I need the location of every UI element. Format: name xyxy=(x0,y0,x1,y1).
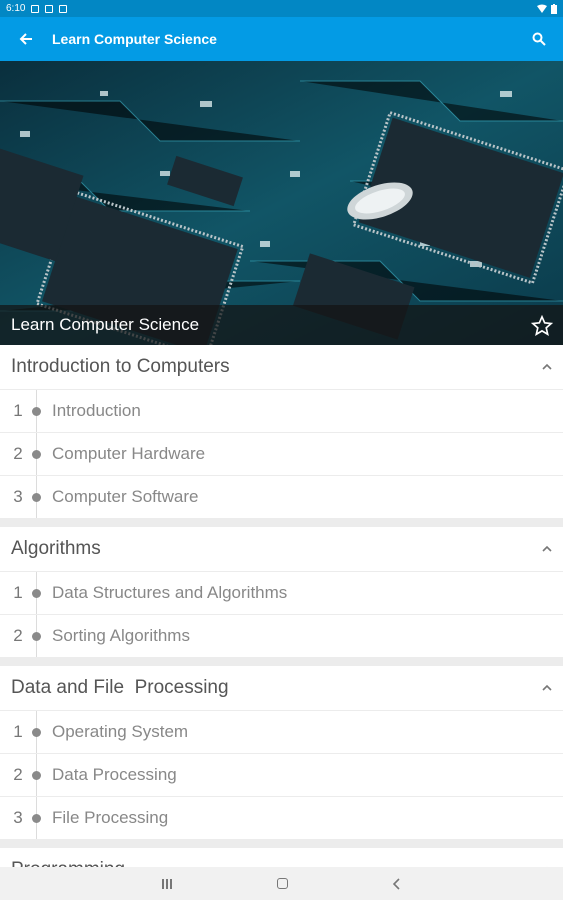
list-item[interactable]: 1 Operating System xyxy=(0,710,563,753)
back-button[interactable] xyxy=(0,17,52,61)
hero-title: Learn Computer Science xyxy=(11,315,200,334)
list-item[interactable]: 2 Sorting Algorithms xyxy=(0,614,563,657)
list-item[interactable]: 3 File Processing xyxy=(0,796,563,839)
message-icon xyxy=(31,4,40,13)
app-bar: Learn Computer Science xyxy=(0,17,563,61)
item-number: 1 xyxy=(13,722,23,741)
bullet-dot xyxy=(32,493,41,502)
item-number: 2 xyxy=(13,444,23,463)
hero-image: Learn Computer Science xyxy=(0,61,563,345)
item-number: 2 xyxy=(13,626,23,645)
section-programming: Programming xyxy=(0,848,563,867)
chevron-up-icon[interactable] xyxy=(542,362,552,372)
nav-back-button[interactable] xyxy=(393,877,401,890)
status-time: 6:10 xyxy=(6,3,26,14)
list-item[interactable]: 1 Data Structures and Algorithms xyxy=(0,571,563,614)
bullet-dot xyxy=(32,728,41,737)
bullet-dot xyxy=(32,589,41,598)
item-number: 1 xyxy=(13,401,23,420)
item-label: Operating System xyxy=(52,722,189,741)
sd-card-icon xyxy=(59,4,68,13)
section-header[interactable]: Introduction to Computers xyxy=(0,345,563,389)
list-item[interactable]: 2 Data Processing xyxy=(0,753,563,796)
bullet-dot xyxy=(32,407,41,416)
bullet-dot xyxy=(32,450,41,459)
section-title: Algorithms xyxy=(11,538,101,559)
recents-bar xyxy=(170,878,172,889)
item-number: 3 xyxy=(13,487,23,506)
bullet-dot xyxy=(32,771,41,780)
search-icon xyxy=(532,32,546,46)
item-label: Data Structures and Algorithms xyxy=(52,583,288,602)
item-label: Data Processing xyxy=(52,765,177,784)
item-label: Computer Hardware xyxy=(52,444,206,463)
item-number: 1 xyxy=(13,583,23,602)
list-item[interactable]: 1 Introduction xyxy=(0,389,563,432)
status-bar: 6:10 xyxy=(0,0,563,17)
item-number: 3 xyxy=(13,808,23,827)
chapter-list: Introduction to Computers 1 Introduction… xyxy=(0,345,563,867)
system-nav-bar xyxy=(0,867,563,900)
list-item[interactable]: 2 Computer Hardware xyxy=(0,432,563,475)
chevron-up-icon[interactable] xyxy=(542,683,552,693)
item-label: Computer Software xyxy=(52,487,199,506)
hero-caption: Learn Computer Science xyxy=(0,305,563,345)
star-outline-icon[interactable] xyxy=(531,315,553,337)
arrow-back-icon xyxy=(19,33,32,45)
item-label: Sorting Algorithms xyxy=(52,626,190,645)
wifi-icon xyxy=(537,4,547,13)
chevron-up-icon[interactable] xyxy=(542,544,552,554)
item-number: 2 xyxy=(13,765,23,784)
recents-button[interactable] xyxy=(162,878,172,889)
home-button[interactable] xyxy=(277,878,288,889)
section-title: Programming xyxy=(11,859,125,867)
item-label: File Processing xyxy=(52,808,169,827)
section-header[interactable]: Programming xyxy=(0,848,563,867)
section-introduction-to-computers: Introduction to Computers 1 Introduction… xyxy=(0,345,563,518)
list-item[interactable]: 3 Computer Software xyxy=(0,475,563,518)
section-header[interactable]: Data and File Processing xyxy=(0,666,563,710)
bullet-dot xyxy=(32,814,41,823)
recents-bar xyxy=(162,878,164,889)
section-algorithms: Algorithms 1 Data Structures and Algorit… xyxy=(0,527,563,657)
battery-icon xyxy=(551,3,557,14)
bullet-dot xyxy=(32,632,41,641)
app-title: Learn Computer Science xyxy=(52,31,217,47)
circuit-board-photo xyxy=(0,61,563,345)
section-data-and-file-processing: Data and File Processing 1 Operating Sys… xyxy=(0,666,563,839)
section-title: Introduction to Computers xyxy=(11,356,230,377)
item-label: Introduction xyxy=(52,401,141,420)
search-button[interactable] xyxy=(515,17,563,61)
recents-bar xyxy=(166,878,168,889)
section-title: Data and File Processing xyxy=(11,677,229,698)
check-icon xyxy=(45,4,54,13)
section-header[interactable]: Algorithms xyxy=(0,527,563,571)
